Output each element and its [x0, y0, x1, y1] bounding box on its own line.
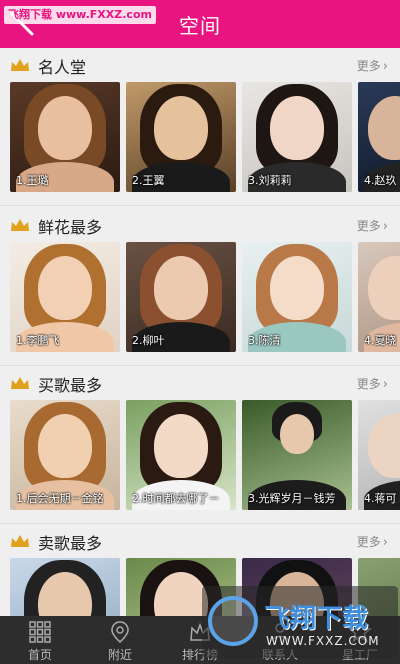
section-title: 卖歌最多 [38, 534, 103, 553]
tile-caption: 3.陈清 [248, 334, 281, 347]
location-pin-icon [111, 621, 129, 643]
profile-tile[interactable]: 4.蒋可 [358, 400, 400, 510]
tile-caption: 4.夏晓 [364, 334, 397, 347]
tile-caption: 3.光辉岁月－钱芳 [248, 492, 336, 505]
tab-nearby[interactable]: 附近 [80, 616, 160, 664]
chevron-right-icon: › [382, 59, 388, 74]
section-hall-of-fame: 名人堂 更多 › 1.王璐 2.王翼 3.刘莉莉 4.赵玖 [0, 48, 400, 206]
more-label: 更多 [356, 59, 381, 73]
crown-icon [11, 59, 29, 71]
watermark-text: 飞翔下载 [264, 604, 369, 634]
section-header: 卖歌最多 更多 › [0, 524, 400, 558]
crown-icon [11, 219, 29, 231]
chevron-right-icon: › [382, 219, 388, 234]
tile-row: 1.李鹏飞 2.柳叶 3.陈清 4.夏晓 [0, 242, 400, 354]
tile-row: 1.后会无期－金铭 2.时间都去哪了－ 3.光辉岁月－钱芳 4.蒋可 [0, 400, 400, 512]
watermark-url: WWW.FXXZ.COM [266, 634, 380, 648]
profile-tile[interactable]: 3.光辉岁月－钱芳 [242, 400, 352, 510]
tile-caption: 1.王璐 [16, 174, 49, 187]
profile-tile[interactable]: 1.李鹏飞 [10, 242, 120, 352]
tab-home[interactable]: 首页 [0, 616, 80, 664]
grid-icon [29, 621, 51, 643]
watermark-logo-icon [208, 596, 258, 646]
tile-caption: 2.王翼 [132, 174, 165, 187]
profile-tile[interactable]: 2.时间都去哪了－ [126, 400, 236, 510]
more-button[interactable]: 更多 › [357, 57, 388, 74]
more-label: 更多 [356, 219, 381, 233]
more-button[interactable]: 更多 › [357, 375, 388, 392]
section-divider [0, 205, 400, 206]
tile-caption: 1.后会无期－金铭 [16, 492, 104, 505]
crown-icon [11, 377, 29, 389]
section-header: 买歌最多 更多 › [0, 366, 400, 400]
tile-caption: 2.时间都去哪了－ [132, 492, 220, 505]
watermark-bottom-right: 飞翔下载 WWW.FXXZ.COM [202, 586, 398, 658]
profile-tile[interactable]: 3.陈清 [242, 242, 352, 352]
profile-tile[interactable]: 4.夏晓 [358, 242, 400, 352]
profile-tile[interactable]: 2.柳叶 [126, 242, 236, 352]
profile-tile[interactable]: 1.王璐 [10, 82, 120, 192]
page-title: 空间 [179, 14, 221, 38]
profile-tile[interactable]: 3.刘莉莉 [242, 82, 352, 192]
section-title: 鲜花最多 [38, 218, 103, 237]
section-title: 名人堂 [38, 58, 87, 77]
section-most-songs-bought: 买歌最多 更多 › 1.后会无期－金铭 2.时间都去哪了－ 3.光辉岁月－钱芳 … [0, 366, 400, 524]
top-bar: 飞翔下载 www.FXXZ.com 空间 [0, 0, 400, 48]
crown-icon [11, 535, 29, 547]
tile-caption: 4.蒋可 [364, 492, 397, 505]
chevron-right-icon: › [382, 377, 388, 392]
more-button[interactable]: 更多 › [357, 533, 388, 550]
section-most-flowers: 鲜花最多 更多 › 1.李鹏飞 2.柳叶 3.陈清 4.夏晓 [0, 208, 400, 366]
chevron-right-icon: › [382, 535, 388, 550]
profile-tile[interactable]: 1.后会无期－金铭 [10, 400, 120, 510]
profile-tile[interactable]: 2.王翼 [126, 82, 236, 192]
profile-tile[interactable]: 4.赵玖 [358, 82, 400, 192]
profile-tile[interactable] [10, 558, 120, 616]
section-header: 名人堂 更多 › [0, 48, 400, 82]
more-button[interactable]: 更多 › [357, 217, 388, 234]
more-label: 更多 [356, 377, 381, 391]
more-label: 更多 [356, 535, 381, 549]
section-title: 买歌最多 [38, 376, 103, 395]
section-header: 鲜花最多 更多 › [0, 208, 400, 242]
tile-caption: 2.柳叶 [132, 334, 165, 347]
tile-row: 1.王璐 2.王翼 3.刘莉莉 4.赵玖 [0, 82, 400, 194]
tile-caption: 3.刘莉莉 [248, 174, 292, 187]
tile-caption: 1.李鹏飞 [16, 334, 60, 347]
content-area: 名人堂 更多 › 1.王璐 2.王翼 3.刘莉莉 4.赵玖 鲜花最多 更多 › … [0, 48, 400, 616]
tab-label: 首页 [27, 648, 52, 662]
tab-label: 附近 [107, 648, 132, 662]
tile-caption: 4.赵玖 [364, 174, 397, 187]
